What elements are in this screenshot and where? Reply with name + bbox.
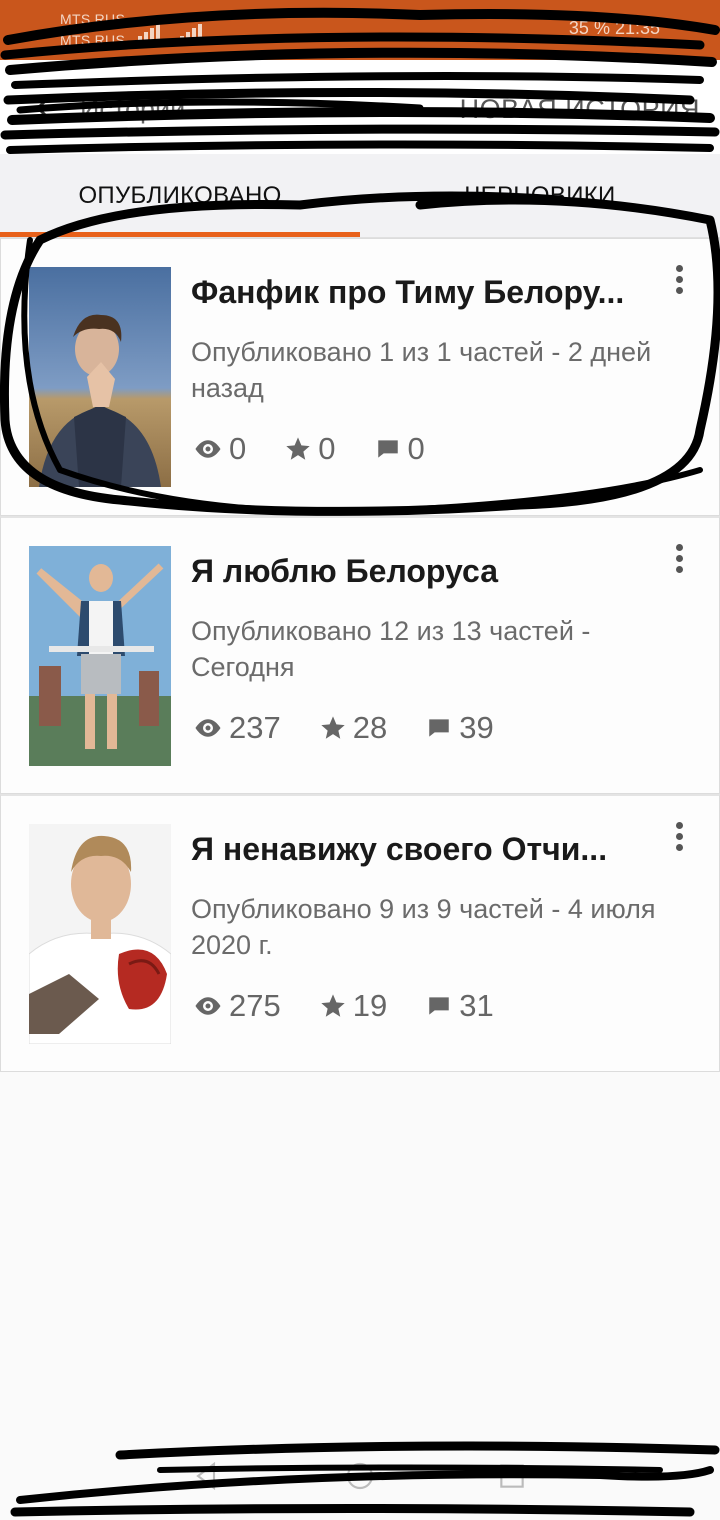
votes-count: 0 bbox=[318, 431, 336, 466]
story-stats: 0 0 0 bbox=[193, 429, 463, 469]
eye-icon bbox=[195, 440, 221, 458]
signal-icon bbox=[138, 24, 164, 42]
votes-stat: 0 bbox=[284, 431, 336, 467]
signal-icon bbox=[180, 24, 206, 42]
views-stat: 237 bbox=[193, 710, 281, 746]
battery-time: 35 % 21:35 bbox=[568, 18, 660, 38]
page-title: Истории bbox=[80, 94, 186, 124]
story-card[interactable]: Фанфик про Тиму Белору... Опубликовано 1… bbox=[0, 238, 720, 516]
views-stat: 0 bbox=[193, 431, 246, 467]
carrier-1: MTS RUS bbox=[60, 11, 126, 27]
votes-count: 19 bbox=[352, 988, 388, 1023]
more-vertical-icon[interactable] bbox=[673, 265, 685, 305]
comments-stat: 31 bbox=[425, 988, 494, 1024]
new-story-button[interactable]: НОВАЯ ИСТОРИЯ bbox=[460, 94, 700, 125]
story-card[interactable]: Я люблю Белоруса Опубликовано 12 из 13 ч… bbox=[0, 516, 720, 794]
story-publication-info: Опубликовано 9 из 9 частей - 4 июля 2020… bbox=[191, 894, 656, 960]
tab-published[interactable]: ОПУБЛИКОВАНО bbox=[0, 154, 360, 238]
votes-stat: 28 bbox=[319, 710, 387, 746]
tab-drafts[interactable]: ЧЕРНОВИКИ bbox=[360, 154, 720, 238]
status-bar: MTS RUS MTS RUS 35 % 21:35 bbox=[0, 0, 720, 60]
story-cover-image[interactable] bbox=[29, 824, 171, 1044]
story-title[interactable]: Фанфик про Тиму Белору... bbox=[191, 274, 651, 311]
views-count: 237 bbox=[229, 710, 281, 745]
tab-bar: ОПУБЛИКОВАНО ЧЕРНОВИКИ bbox=[0, 154, 720, 238]
comment-icon bbox=[377, 440, 398, 458]
comments-count: 31 bbox=[459, 988, 494, 1023]
views-count: 0 bbox=[229, 431, 247, 466]
comment-icon bbox=[429, 719, 449, 737]
nav-home-icon[interactable] bbox=[344, 1460, 376, 1492]
views-stat: 275 bbox=[193, 988, 281, 1024]
more-vertical-icon[interactable] bbox=[673, 544, 685, 584]
eye-icon bbox=[195, 997, 221, 1015]
system-nav-bar bbox=[0, 1430, 720, 1520]
story-cover-image[interactable] bbox=[29, 546, 171, 766]
story-card[interactable]: Я ненавижу своего Отчи... Опубликовано 9… bbox=[0, 794, 720, 1072]
story-cover-image[interactable] bbox=[29, 267, 171, 487]
story-publication-info: Опубликовано 1 из 1 частей - 2 дней наза… bbox=[191, 337, 652, 403]
story-title[interactable]: Я ненавижу своего Отчи... bbox=[191, 831, 651, 868]
star-icon bbox=[321, 716, 345, 739]
views-count: 275 bbox=[229, 988, 281, 1023]
story-publication-info: Опубликовано 12 из 13 частей - Сегодня bbox=[191, 616, 591, 682]
comments-count: 39 bbox=[459, 710, 494, 745]
story-title[interactable]: Я люблю Белоруса bbox=[191, 553, 651, 590]
comments-count: 0 bbox=[407, 431, 425, 466]
votes-stat: 19 bbox=[319, 988, 387, 1024]
nav-recents-icon[interactable] bbox=[496, 1460, 528, 1492]
comments-stat: 39 bbox=[425, 710, 494, 746]
star-icon bbox=[321, 994, 345, 1017]
nav-back-icon[interactable] bbox=[190, 1460, 222, 1492]
active-tab-indicator bbox=[0, 232, 360, 237]
app-bar: Истории НОВАЯ ИСТОРИЯ bbox=[0, 60, 720, 154]
star-icon bbox=[286, 437, 310, 460]
more-vertical-icon[interactable] bbox=[673, 822, 685, 862]
story-list: Фанфик про Тиму Белору... Опубликовано 1… bbox=[0, 238, 720, 1072]
story-stats: 275 19 31 bbox=[193, 986, 532, 1026]
comment-icon bbox=[429, 997, 449, 1015]
comments-stat: 0 bbox=[374, 431, 425, 467]
story-stats: 237 28 39 bbox=[193, 708, 532, 748]
eye-icon bbox=[195, 719, 221, 737]
arrow-left-icon[interactable] bbox=[30, 90, 66, 126]
carrier-2: MTS RUS bbox=[60, 32, 126, 48]
votes-count: 28 bbox=[352, 710, 388, 745]
